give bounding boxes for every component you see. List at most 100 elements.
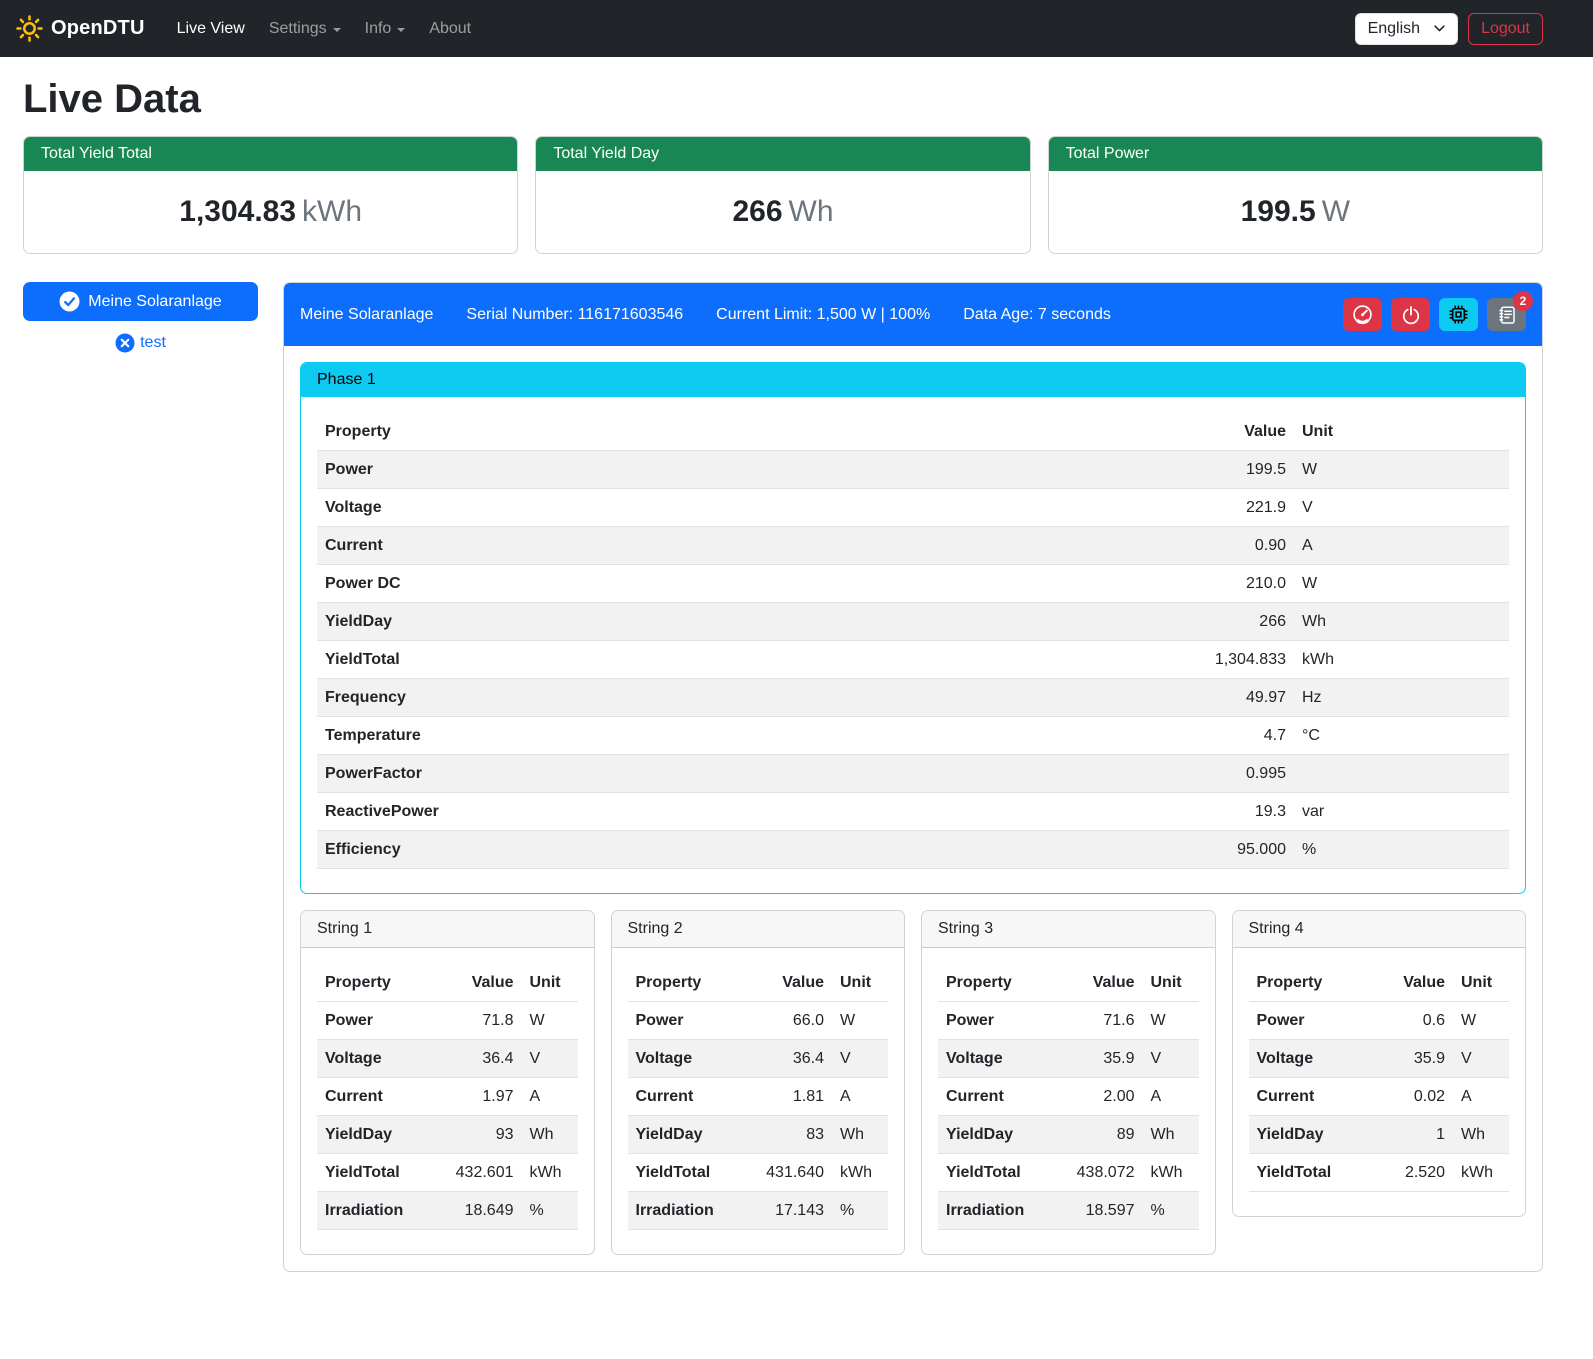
- table-row: Current0.90A: [317, 527, 1509, 565]
- table-row: Voltage35.9V: [1249, 1040, 1510, 1078]
- brand[interactable]: OpenDTU: [16, 15, 145, 42]
- table-row: YieldDay89Wh: [938, 1116, 1199, 1154]
- unit-cell: V: [1294, 489, 1509, 527]
- value-cell: 0.995: [1189, 755, 1294, 793]
- property-cell: ReactivePower: [317, 793, 1189, 831]
- unit-cell: kWh: [1453, 1154, 1509, 1192]
- table-row: YieldDay93Wh: [317, 1116, 578, 1154]
- string-3-table: Property Value Unit Power71.6WVoltage35.…: [938, 964, 1199, 1230]
- column-unit: Unit: [1143, 964, 1199, 1002]
- strings-row: String 1 Property Value Unit: [300, 910, 1526, 1255]
- string-title: String 2: [612, 911, 905, 948]
- property-cell: Power: [938, 1002, 1051, 1040]
- table-row: Current1.81A: [628, 1078, 889, 1116]
- column-property: Property: [317, 964, 430, 1002]
- property-cell: YieldTotal: [317, 1154, 430, 1192]
- property-cell: Current: [317, 1078, 430, 1116]
- inverter-actions: 2: [1343, 298, 1526, 331]
- table-row: Voltage36.4V: [628, 1040, 889, 1078]
- value-cell: 431.640: [740, 1154, 832, 1192]
- property-cell: YieldDay: [938, 1116, 1051, 1154]
- power-icon: [1401, 305, 1421, 325]
- value-cell: 266: [1189, 603, 1294, 641]
- inverter-select-button[interactable]: Meine Solaranlage: [23, 282, 258, 321]
- column-value: Value: [740, 964, 832, 1002]
- table-header-row: Property Value Unit: [938, 964, 1199, 1002]
- unit-cell: V: [1143, 1040, 1199, 1078]
- nav-item-settings[interactable]: Settings: [261, 12, 349, 46]
- card-unit: Wh: [789, 195, 834, 228]
- nav-item-live-view[interactable]: Live View: [169, 12, 253, 46]
- property-cell: Temperature: [317, 717, 1189, 755]
- table-row: Power71.8W: [317, 1002, 578, 1040]
- string-1-card: String 1 Property Value Unit: [300, 910, 595, 1255]
- value-cell: 36.4: [740, 1040, 832, 1078]
- table-row: Current2.00A: [938, 1078, 1199, 1116]
- table-row: Voltage221.9V: [317, 489, 1509, 527]
- brand-name: OpenDTU: [51, 17, 145, 40]
- speedometer-icon: [1352, 304, 1373, 325]
- value-cell: 1,304.833: [1189, 641, 1294, 679]
- unit-cell: %: [1294, 831, 1509, 869]
- unit-cell: °C: [1294, 717, 1509, 755]
- string-4-table: Property Value Unit Power0.6WVoltage35.9…: [1249, 964, 1510, 1192]
- unit-cell: W: [1294, 451, 1509, 489]
- table-row: Power71.6W: [938, 1002, 1199, 1040]
- property-cell: Current: [317, 527, 1189, 565]
- sidebar-item-test[interactable]: test: [23, 333, 258, 353]
- property-cell: Voltage: [938, 1040, 1051, 1078]
- logout-button[interactable]: Logout: [1468, 13, 1543, 45]
- unit-cell: %: [522, 1192, 578, 1230]
- limit-settings-button[interactable]: [1343, 298, 1382, 331]
- event-log-button[interactable]: 2: [1487, 298, 1526, 331]
- unit-cell: V: [832, 1040, 888, 1078]
- value-cell: 95.000: [1189, 831, 1294, 869]
- card-value: 266: [732, 195, 782, 228]
- table-row: YieldTotal438.072kWh: [938, 1154, 1199, 1192]
- chevron-down-icon: [397, 28, 405, 32]
- string-2-table: Property Value Unit Power66.0WVoltage36.…: [628, 964, 889, 1230]
- column-property: Property: [317, 413, 1189, 451]
- unit-cell: Wh: [1143, 1116, 1199, 1154]
- sub-link-label: test: [140, 334, 166, 352]
- property-cell: Power: [317, 451, 1189, 489]
- column-value: Value: [430, 964, 522, 1002]
- property-cell: Power: [1249, 1002, 1362, 1040]
- property-cell: YieldTotal: [317, 641, 1189, 679]
- nav-item-about[interactable]: About: [421, 12, 479, 46]
- unit-cell: W: [1143, 1002, 1199, 1040]
- nav-item-info[interactable]: Info: [357, 12, 414, 46]
- unit-cell: %: [832, 1192, 888, 1230]
- journal-text-icon: [1497, 305, 1517, 325]
- column-value: Value: [1189, 413, 1294, 451]
- unit-cell: %: [1143, 1192, 1199, 1230]
- top-navbar: OpenDTU Live View Settings Info About En…: [0, 0, 1593, 57]
- language-select[interactable]: English: [1355, 13, 1458, 45]
- card-title: Total Power: [1049, 137, 1542, 171]
- inverter-card: Meine Solaranlage Serial Number: 1161716…: [283, 282, 1543, 1272]
- table-row: Irradiation18.597%: [938, 1192, 1199, 1230]
- column-unit: Unit: [1453, 964, 1509, 1002]
- table-row: Efficiency95.000%: [317, 831, 1509, 869]
- inverter-card-header: Meine Solaranlage Serial Number: 1161716…: [284, 283, 1542, 346]
- unit-cell: var: [1294, 793, 1509, 831]
- column-value: Value: [1361, 964, 1453, 1002]
- inverter-serial: Serial Number: 116171603546: [466, 306, 683, 324]
- unit-cell: Hz: [1294, 679, 1509, 717]
- property-cell: YieldTotal: [938, 1154, 1051, 1192]
- device-info-button[interactable]: [1439, 298, 1478, 331]
- value-cell: 1: [1361, 1116, 1453, 1154]
- power-button[interactable]: [1391, 298, 1430, 331]
- card-unit: W: [1322, 195, 1350, 228]
- value-cell: 18.597: [1051, 1192, 1143, 1230]
- unit-cell: V: [1453, 1040, 1509, 1078]
- column-unit: Unit: [1294, 413, 1509, 451]
- property-cell: Voltage: [1249, 1040, 1362, 1078]
- table-row: YieldDay1Wh: [1249, 1116, 1510, 1154]
- property-cell: Voltage: [317, 489, 1189, 527]
- chevron-down-icon: [333, 28, 341, 32]
- string-3-card: String 3 Property Value Unit: [921, 910, 1216, 1255]
- table-row: ReactivePower19.3var: [317, 793, 1509, 831]
- property-cell: YieldDay: [317, 603, 1189, 641]
- value-cell: 221.9: [1189, 489, 1294, 527]
